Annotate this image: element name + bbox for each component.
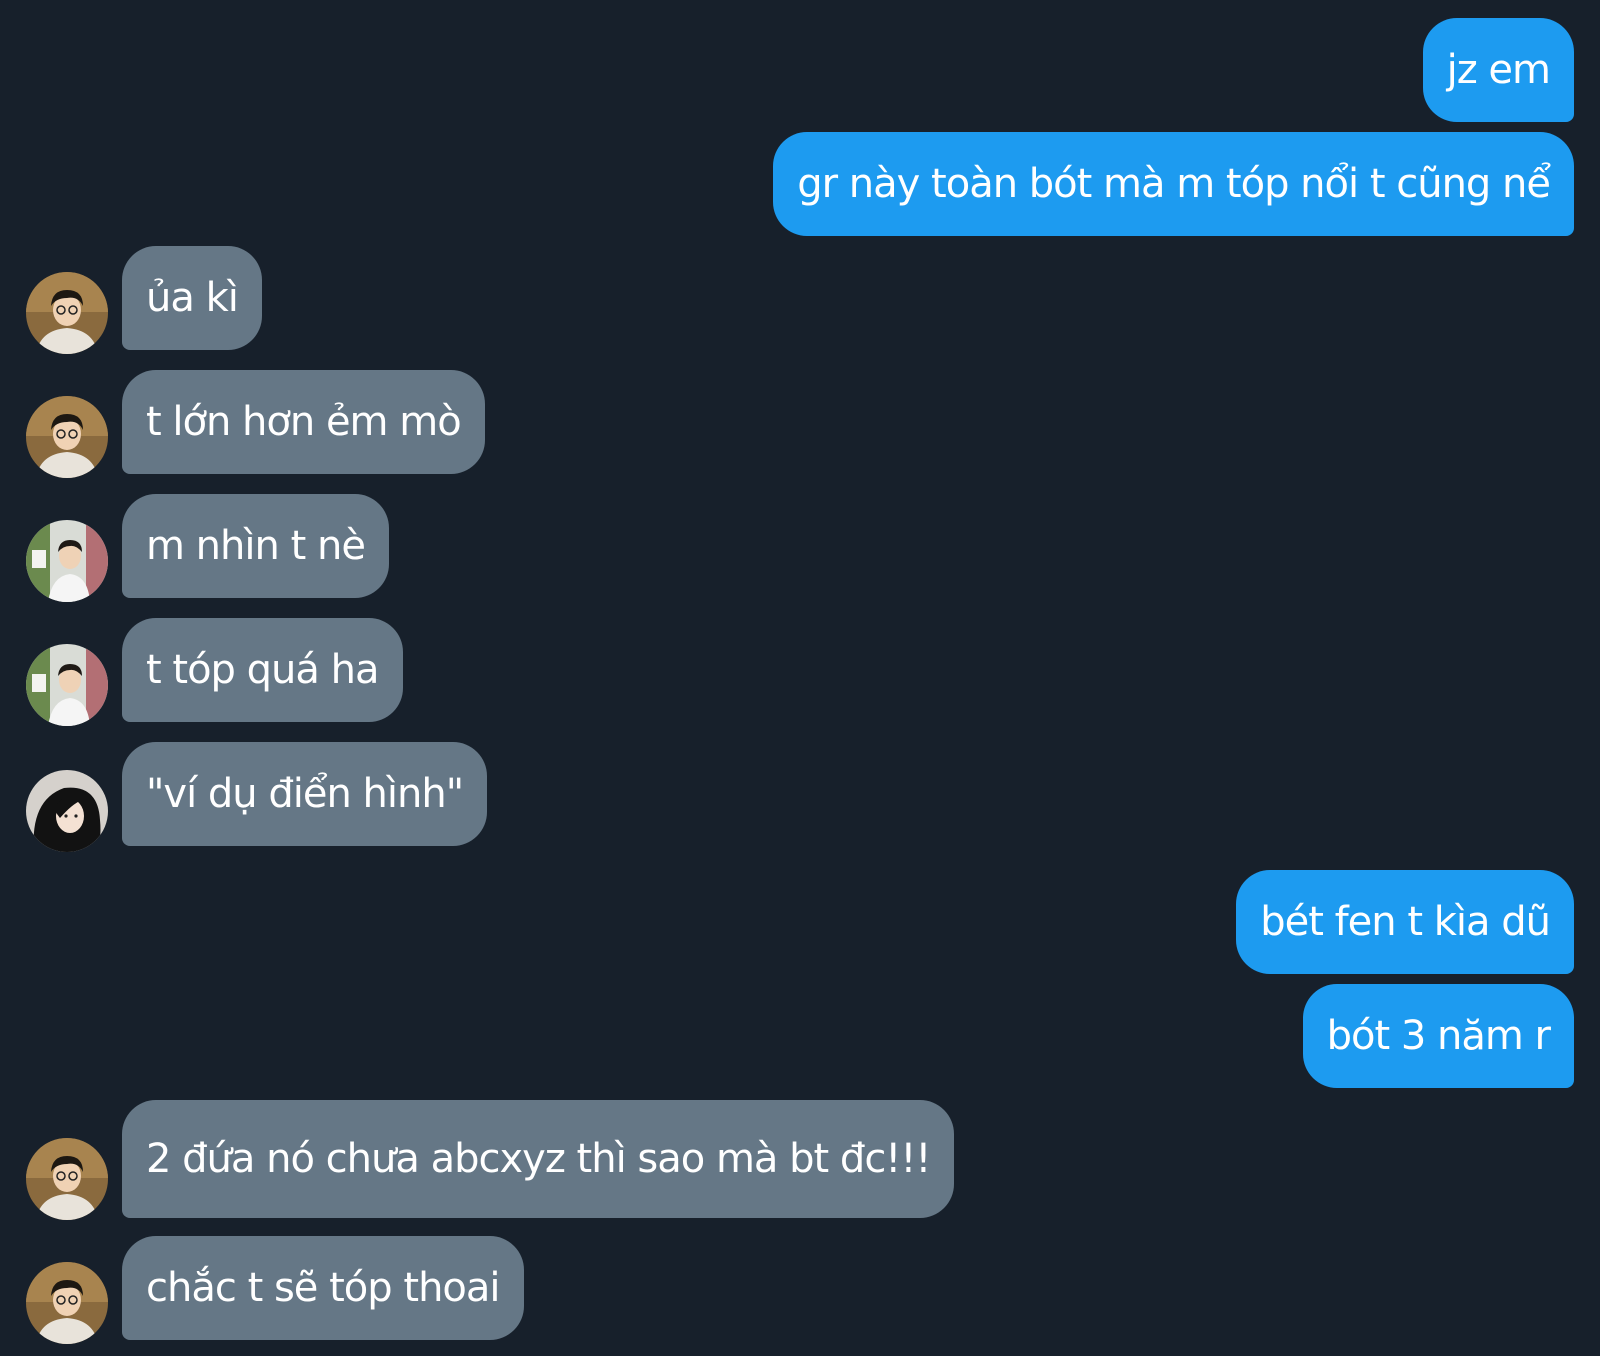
avatar-boy-room[interactable] <box>26 644 108 726</box>
message-bubble-incoming[interactable]: m nhìn t nè <box>122 494 389 598</box>
avatar-boy-glasses[interactable] <box>26 272 108 354</box>
avatar-boy-glasses[interactable] <box>26 1262 108 1344</box>
avatar-boy-room[interactable] <box>26 520 108 602</box>
avatar-boy-glasses[interactable] <box>26 396 108 478</box>
message-bubble-incoming[interactable]: chắc t sẽ tóp thoai <box>122 1236 524 1340</box>
avatar-image <box>26 272 108 354</box>
avatar-girl-dark-hair[interactable] <box>26 770 108 852</box>
avatar-image <box>26 1262 108 1344</box>
message-bubble-incoming[interactable]: t lớn hơn ẻm mò <box>122 370 485 474</box>
message-bubble-outgoing[interactable]: gr này toàn bót mà m tóp nổi t cũng nể <box>773 132 1574 236</box>
avatar-image <box>26 396 108 478</box>
avatar-image <box>26 520 108 602</box>
message-bubble-incoming[interactable]: "ví dụ điển hình" <box>122 742 488 846</box>
message-bubble-incoming[interactable]: ủa kì <box>122 246 262 350</box>
message-bubble-incoming[interactable]: t tóp quá ha <box>122 618 403 722</box>
avatar-image <box>26 1138 108 1220</box>
avatar-boy-glasses[interactable] <box>26 1138 108 1220</box>
message-bubble-outgoing[interactable]: jz em <box>1422 18 1574 122</box>
avatar-image <box>26 770 108 852</box>
avatar-image <box>26 644 108 726</box>
message-bubble-incoming[interactable]: 2 đứa nó chưa abcxyz thì sao mà bt đc!!! <box>122 1100 955 1218</box>
message-bubble-outgoing[interactable]: bót 3 năm r <box>1302 984 1574 1088</box>
message-bubble-outgoing[interactable]: bét fen t kìa dũ <box>1236 870 1574 974</box>
